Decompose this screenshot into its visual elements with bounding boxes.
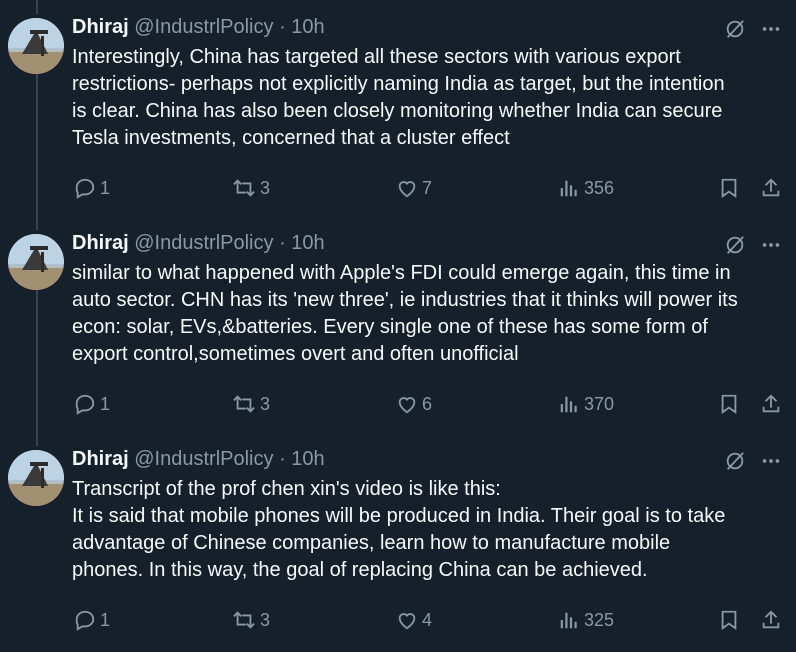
reply-count: 1 <box>100 609 111 630</box>
tweet-text-line: It is said that mobile phones will be pr… <box>72 505 726 527</box>
tweet-text-line: advantage of Chinese companies, learn ho… <box>72 532 671 554</box>
avatar[interactable] <box>8 234 64 290</box>
tweet-text: similar to what happened with Apple's FD… <box>72 260 784 368</box>
bookmark-button[interactable] <box>718 390 740 418</box>
tweet-actions: 1 3 4 325 <box>72 606 784 634</box>
grok-icon[interactable] <box>724 450 746 472</box>
author-handle[interactable]: @IndustrlPolicy <box>134 448 273 470</box>
reply-icon <box>75 178 95 199</box>
tweet-top-actions <box>724 450 782 472</box>
separator: · <box>279 16 286 38</box>
avatar[interactable] <box>8 18 64 74</box>
share-icon <box>762 178 780 197</box>
author-handle[interactable]: @IndustrlPolicy <box>134 16 273 38</box>
views-button[interactable]: 325 <box>558 606 614 634</box>
reply-count: 1 <box>100 393 111 414</box>
heart-icon <box>398 181 416 198</box>
author-name[interactable]: Dhiraj <box>72 448 129 470</box>
more-icon[interactable] <box>760 18 782 40</box>
like-button[interactable]: 7 <box>396 174 432 202</box>
views-icon <box>560 612 577 629</box>
more-icon[interactable] <box>760 450 782 472</box>
bookmark-icon <box>721 394 737 415</box>
heart-icon <box>398 397 416 414</box>
views-icon <box>560 396 577 413</box>
share-button[interactable] <box>760 174 782 202</box>
tweet-text: Interestingly, China has targeted all th… <box>72 44 784 152</box>
tweet-text: Transcript of the prof chen xin's video … <box>72 476 784 584</box>
reply-count: 1 <box>100 177 111 198</box>
views-button[interactable]: 356 <box>558 174 614 202</box>
reply-button[interactable]: 1 <box>74 390 110 418</box>
tweet-text-line: restrictions- perhaps not explicitly nam… <box>72 73 725 95</box>
share-icon <box>762 610 780 629</box>
repost-count: 3 <box>260 609 271 630</box>
views-button[interactable]: 370 <box>558 390 614 418</box>
tweet-text-line: Interestingly, China has targeted all th… <box>72 46 681 68</box>
tweet-text-line: econ: solar, EVs,&batteries. Every singl… <box>72 316 708 338</box>
like-button[interactable]: 4 <box>396 606 432 634</box>
tweet[interactable]: Dhiraj @IndustrlPolicy · 10h Transcript … <box>0 436 796 652</box>
share-button[interactable] <box>760 606 782 634</box>
separator: · <box>279 448 286 470</box>
tweet-header: Dhiraj @IndustrlPolicy · 10h <box>72 232 325 255</box>
views-count: 325 <box>584 609 615 630</box>
tweet-text-line: Tesla investments, concerned that a clus… <box>72 127 510 149</box>
heart-icon <box>398 613 416 630</box>
repost-button[interactable]: 3 <box>232 606 270 634</box>
timestamp[interactable]: 10h <box>291 16 324 38</box>
grok-icon[interactable] <box>724 18 746 40</box>
timestamp[interactable]: 10h <box>291 232 324 254</box>
repost-icon <box>233 179 255 197</box>
timestamp[interactable]: 10h <box>291 448 324 470</box>
tweet-header: Dhiraj @IndustrlPolicy · 10h <box>72 448 325 471</box>
tweet-text-line: export control,sometimes overt and often… <box>72 343 519 365</box>
views-count: 356 <box>584 177 615 198</box>
tweet-text-line: auto sector. CHN has its 'new three', ie… <box>72 289 738 311</box>
reply-icon <box>75 610 95 631</box>
grok-icon[interactable] <box>724 234 746 256</box>
tweet[interactable]: Dhiraj @IndustrlPolicy · 10h similar to … <box>0 220 796 436</box>
tweet-text-line: phones. In this way, the goal of replaci… <box>72 559 648 581</box>
author-name[interactable]: Dhiraj <box>72 16 129 38</box>
reply-button[interactable]: 1 <box>74 174 110 202</box>
tweet-text-line: Transcript of the prof chen xin's video … <box>72 478 501 500</box>
bookmark-button[interactable] <box>718 174 740 202</box>
tweet-header: Dhiraj @IndustrlPolicy · 10h <box>72 16 325 39</box>
views-count: 370 <box>584 393 615 414</box>
tweet[interactable]: Dhiraj @IndustrlPolicy · 10h Interesting… <box>0 4 796 220</box>
tweet-top-actions <box>724 234 782 256</box>
bookmark-icon <box>721 178 737 199</box>
like-count: 6 <box>422 393 433 414</box>
like-count: 4 <box>422 609 433 630</box>
tweet-actions: 1 3 7 356 <box>72 174 784 202</box>
share-icon <box>762 394 780 413</box>
author-handle[interactable]: @IndustrlPolicy <box>134 232 273 254</box>
reply-button[interactable]: 1 <box>74 606 110 634</box>
tweet-text-line: similar to what happened with Apple's FD… <box>72 262 731 284</box>
repost-icon <box>233 611 255 629</box>
repost-count: 3 <box>260 177 271 198</box>
separator: · <box>279 232 286 254</box>
repost-button[interactable]: 3 <box>232 390 270 418</box>
views-icon <box>560 180 577 197</box>
tweet-top-actions <box>724 18 782 40</box>
share-button[interactable] <box>760 390 782 418</box>
repost-button[interactable]: 3 <box>232 174 270 202</box>
tweet-actions: 1 3 6 370 <box>72 390 784 418</box>
bookmark-button[interactable] <box>718 606 740 634</box>
bookmark-icon <box>721 610 737 631</box>
avatar[interactable] <box>8 450 64 506</box>
tweet-text-line: is clear. China has also been closely mo… <box>72 100 723 122</box>
repost-count: 3 <box>260 393 271 414</box>
author-name[interactable]: Dhiraj <box>72 232 129 254</box>
more-icon[interactable] <box>760 234 782 256</box>
repost-icon <box>233 395 255 413</box>
reply-icon <box>75 394 95 415</box>
like-button[interactable]: 6 <box>396 390 432 418</box>
like-count: 7 <box>422 177 433 198</box>
